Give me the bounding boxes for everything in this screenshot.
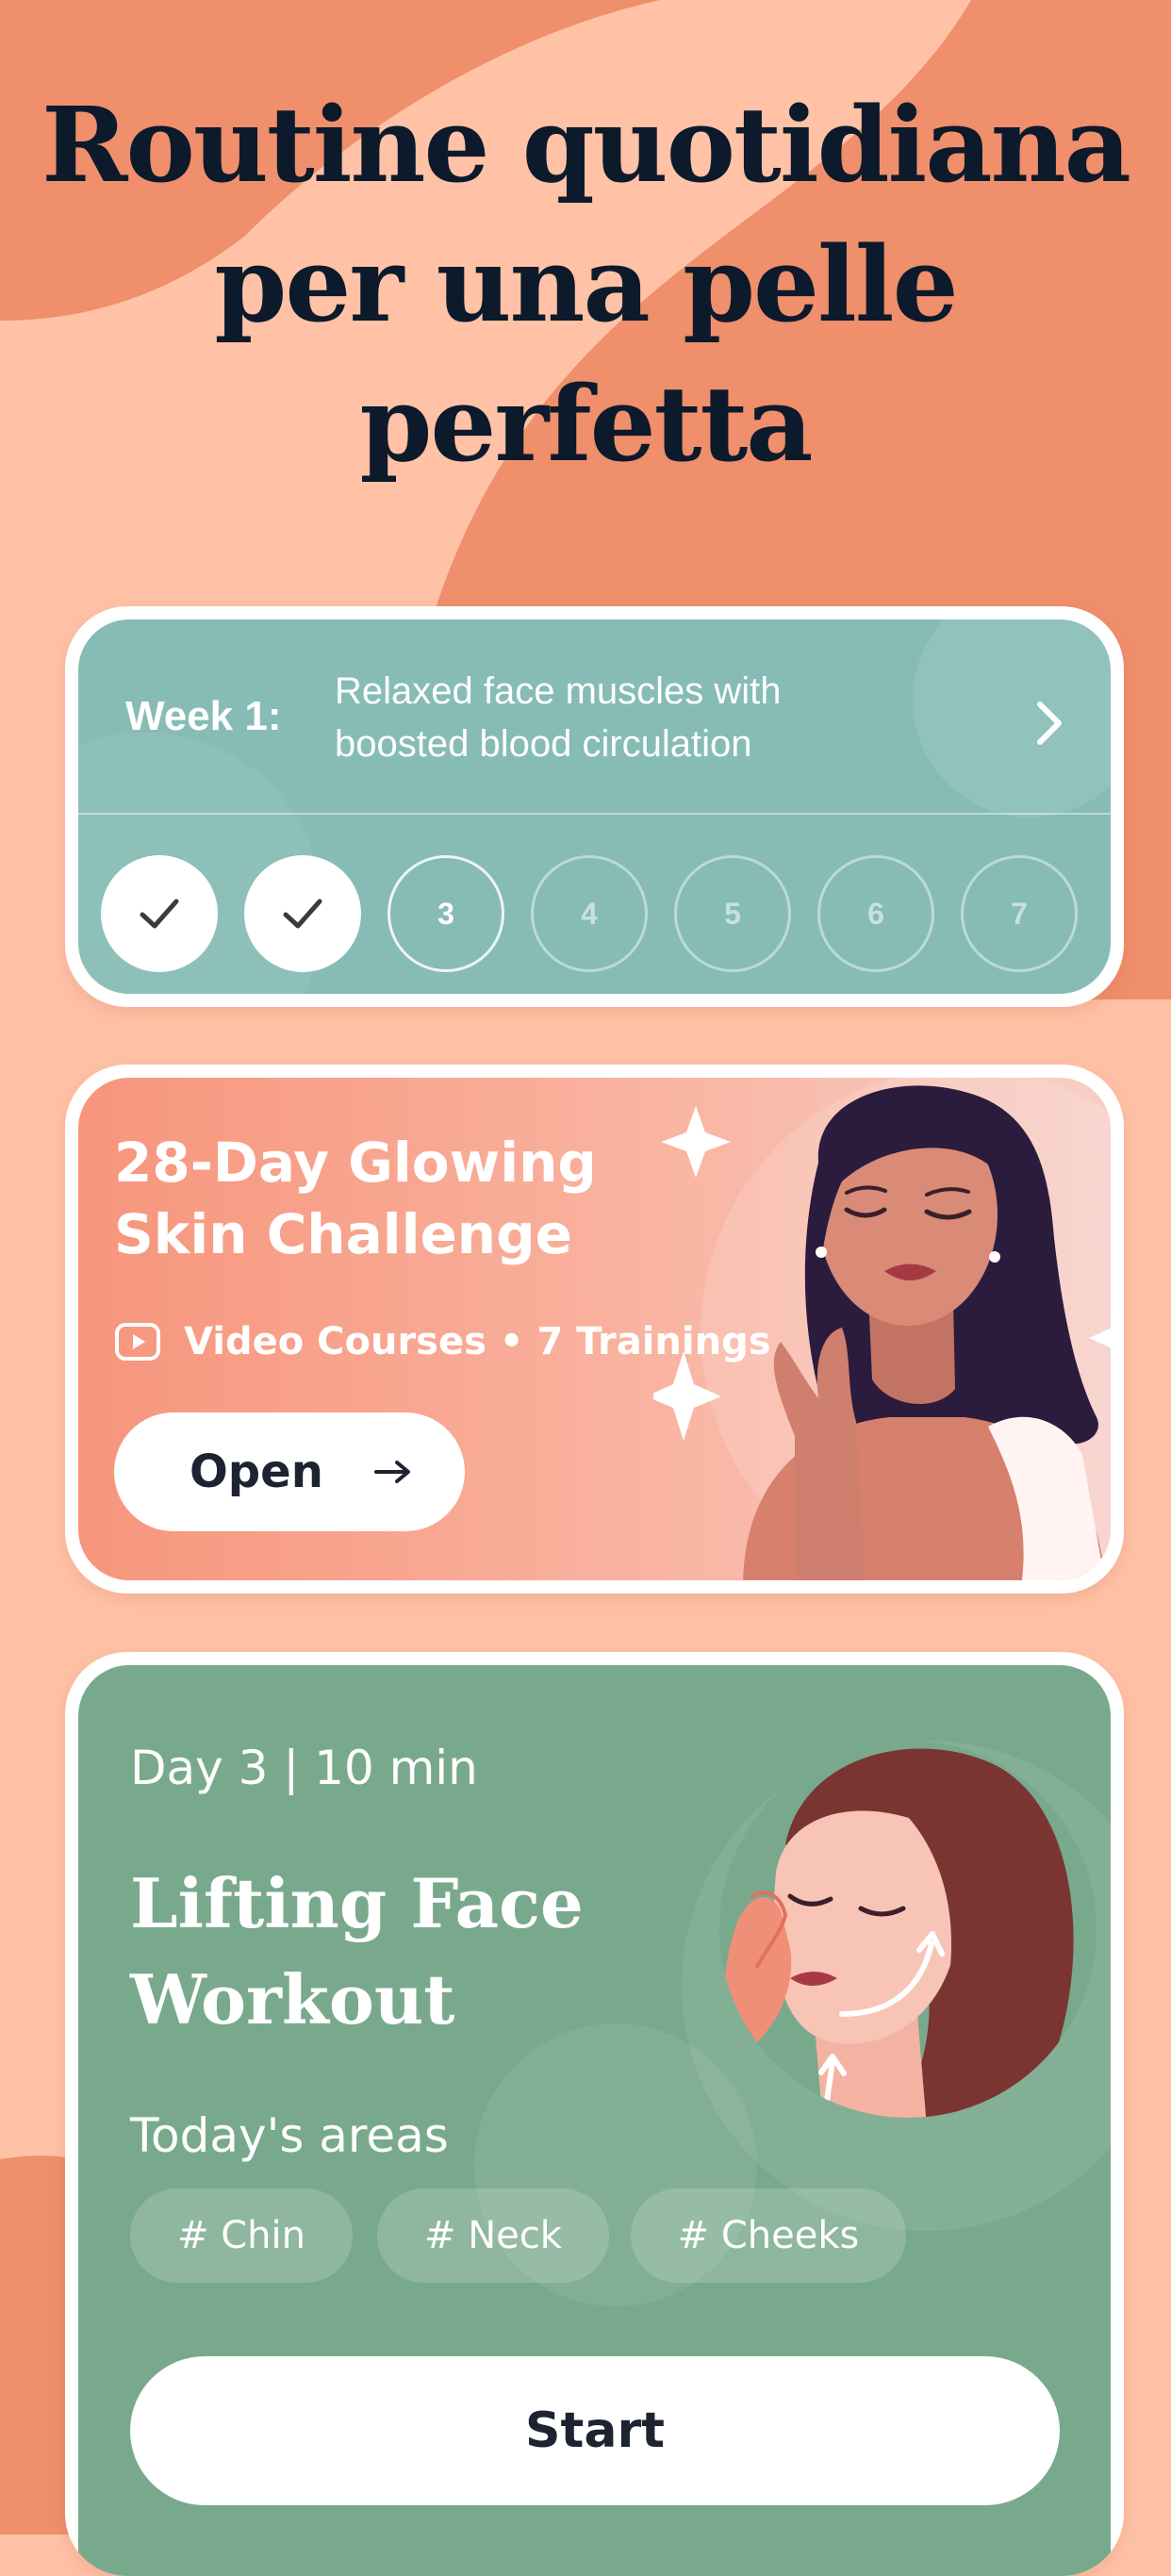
workout-meta: Day 3 | 10 min <box>130 1741 478 1795</box>
week-progress-card[interactable]: Week 1: Relaxed face muscles with booste… <box>65 606 1124 1007</box>
area-tag-cheeks[interactable]: # Cheeks <box>631 2188 906 2283</box>
open-button-label: Open <box>190 1445 323 1498</box>
areas-label: Today's areas <box>130 2108 449 2163</box>
arrow-right-icon <box>374 1461 410 1483</box>
workout-title: Lifting Face Workout <box>130 1863 584 2039</box>
check-icon <box>140 899 179 929</box>
day-1-done[interactable] <box>101 855 218 972</box>
chevron-right-icon[interactable] <box>1031 695 1068 751</box>
challenge-card-body: 28-Day Glowing Skin Challenge Video Cour… <box>78 1078 1111 1580</box>
day-4[interactable]: 4 <box>531 855 648 972</box>
day-7[interactable]: 7 <box>961 855 1078 972</box>
challenge-meta-text: Video Courses • 7 Trainings <box>184 1320 771 1363</box>
workout-card-body: Day 3 | 10 min Lifting Face Workout Toda… <box>78 1665 1111 2576</box>
week-card-body: Week 1: Relaxed face muscles with booste… <box>78 619 1111 994</box>
area-tag-neck[interactable]: # Neck <box>377 2188 609 2283</box>
challenge-title: 28-Day Glowing Skin Challenge <box>114 1131 597 1266</box>
open-button[interactable]: Open <box>114 1412 465 1531</box>
day-6[interactable]: 6 <box>817 855 934 972</box>
week-title: Week 1: <box>125 693 282 739</box>
workout-card: Day 3 | 10 min Lifting Face Workout Toda… <box>65 1652 1124 2576</box>
challenge-card[interactable]: 28-Day Glowing Skin Challenge Video Cour… <box>65 1065 1124 1593</box>
day-2-done[interactable] <box>244 855 361 972</box>
check-icon <box>283 899 322 929</box>
challenge-meta: Video Courses • 7 Trainings <box>114 1320 771 1363</box>
day-5[interactable]: 5 <box>674 855 791 972</box>
decorative-circle <box>913 619 1111 817</box>
divider <box>78 813 1111 815</box>
week-description: Relaxed face muscles with boosted blood … <box>335 670 782 765</box>
day-3-current[interactable]: 3 <box>388 855 504 972</box>
video-play-icon <box>115 1323 160 1361</box>
face-massage-illustration <box>719 1741 1097 2118</box>
page-title: Routine quotidiana per una pelle perfett… <box>41 84 1131 485</box>
area-tag-chin[interactable]: # Chin <box>130 2188 353 2283</box>
start-button[interactable]: Start <box>130 2356 1060 2505</box>
